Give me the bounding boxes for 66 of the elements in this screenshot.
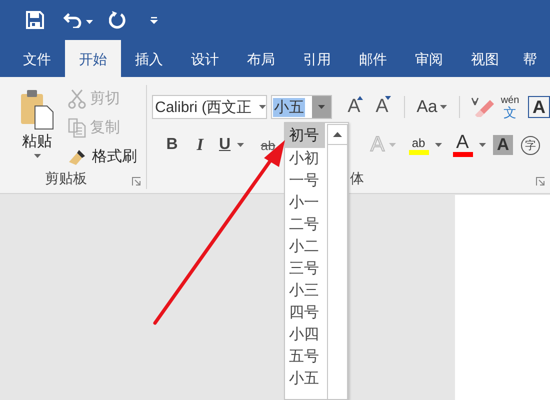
scroll-up-button[interactable] <box>327 124 348 145</box>
ribbon-tab[interactable]: 设计 <box>177 40 233 77</box>
caret-icon <box>259 105 266 109</box>
format-button[interactable]: ab <box>403 136 447 154</box>
format-button[interactable]: ab <box>255 138 281 152</box>
group-label: 体 <box>350 170 364 188</box>
undo-button[interactable] <box>63 11 93 29</box>
scissors-icon <box>68 88 86 108</box>
font-size-option[interactable]: 五号 <box>285 346 326 368</box>
copy-icon <box>68 118 86 138</box>
format-button[interactable]: 字 <box>521 136 540 154</box>
font-name-field[interactable]: Calibri (西文正 <box>152 95 267 119</box>
dialog-launcher-icon[interactable] <box>132 177 141 186</box>
font-size-option[interactable]: 小初 <box>285 148 326 170</box>
format-button[interactable]: I <box>187 135 213 155</box>
group-label: 剪贴板 <box>45 170 87 188</box>
font-size-option[interactable]: 四号 <box>285 302 326 324</box>
eraser-icon <box>470 96 494 118</box>
font-size-option[interactable]: 三号 <box>285 258 326 280</box>
ribbon-tab[interactable]: 布局 <box>233 40 289 77</box>
ribbon-tab[interactable]: 引用 <box>289 40 345 77</box>
font-size-option[interactable]: 一号 <box>285 170 326 192</box>
ribbon-tab[interactable]: 视图 <box>457 40 513 77</box>
font-size-option[interactable]: 小四 <box>285 324 326 346</box>
caret-icon <box>478 143 486 147</box>
format-button[interactable]: wén 文 <box>496 96 524 118</box>
ribbon-tab[interactable]: 邮件 <box>345 40 401 77</box>
caret-icon <box>440 105 448 109</box>
save-icon[interactable] <box>26 11 44 29</box>
scrollbar[interactable] <box>327 125 348 399</box>
ribbon-tab[interactable]: 审阅 <box>401 40 457 77</box>
caret-icon <box>34 154 40 158</box>
paste-label: 粘贴 <box>22 133 52 151</box>
customize-icon[interactable] <box>150 16 158 24</box>
font-size-option[interactable]: 小二 <box>285 236 326 258</box>
format-button[interactable]: A <box>447 134 491 156</box>
format-button[interactable]: A <box>340 96 368 118</box>
font-size-field[interactable]: 小五 <box>271 95 332 119</box>
clipboard-icon <box>20 88 54 130</box>
format-button[interactable]: A <box>368 96 396 118</box>
font-size-option[interactable]: 小五 <box>285 368 326 390</box>
dialog-launcher-icon[interactable] <box>536 177 545 186</box>
ribbon-tab[interactable]: 帮 <box>513 40 537 77</box>
ribbon-tab[interactable]: 插入 <box>121 40 177 77</box>
format-button[interactable]: A <box>528 96 550 118</box>
format-button[interactable]: B <box>157 136 187 154</box>
font-size-option[interactable]: 小三 <box>285 280 326 302</box>
caret-icon <box>388 143 396 147</box>
caret-icon <box>434 143 442 147</box>
up-caret-icon <box>357 96 363 100</box>
font-size-option[interactable]: 初号 <box>285 123 326 148</box>
format-button[interactable]: A <box>493 135 513 155</box>
undo-icon <box>63 12 83 28</box>
redo-icon[interactable] <box>109 11 127 29</box>
format-button[interactable]: Aa <box>413 97 451 117</box>
up-caret-icon <box>333 132 342 137</box>
caret-icon <box>318 105 325 109</box>
paste-button[interactable]: 粘贴 <box>9 85 65 158</box>
down-caret-icon <box>385 96 391 100</box>
font-size-option[interactable]: 小一 <box>285 192 326 214</box>
ribbon-tab[interactable]: 文件 <box>9 40 65 77</box>
caret-icon <box>236 143 244 147</box>
clipboard-button[interactable]: 格式刷 <box>68 145 137 168</box>
format-button[interactable]: U <box>213 136 255 154</box>
font-size-option[interactable]: 二号 <box>285 214 326 236</box>
caret-icon <box>86 20 93 24</box>
